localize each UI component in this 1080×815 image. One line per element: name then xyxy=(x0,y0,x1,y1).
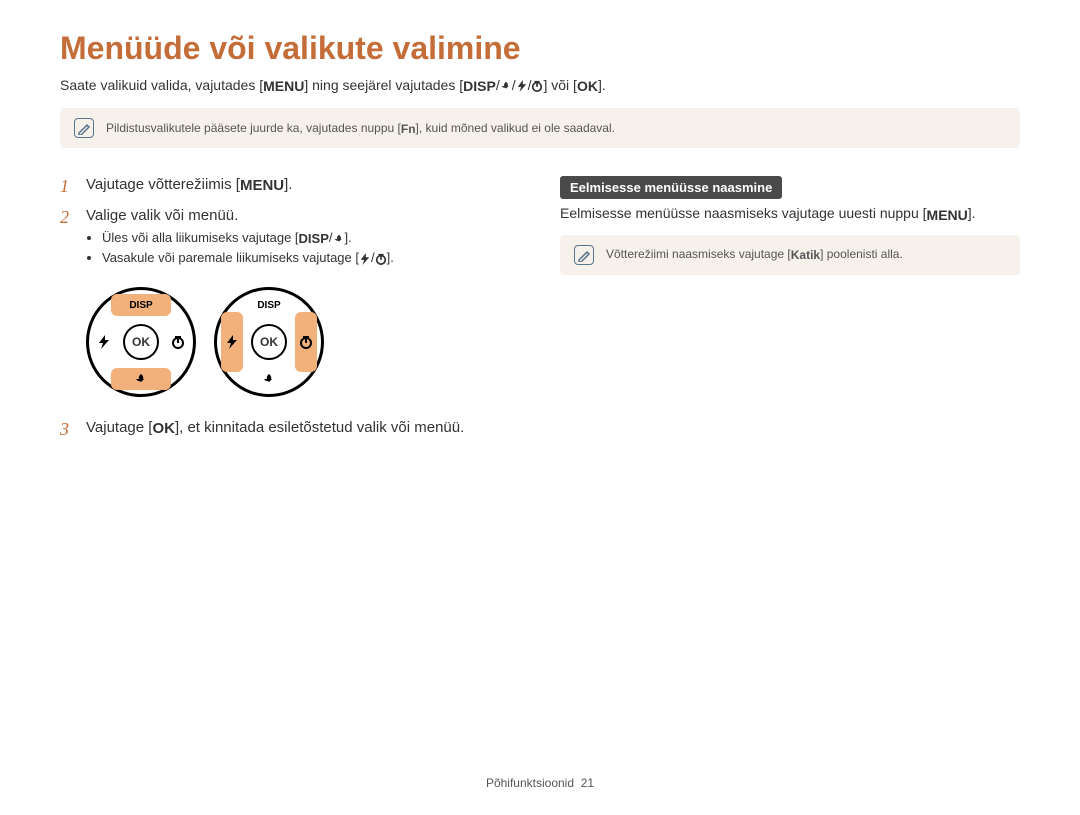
disp-key-b1: DISP xyxy=(299,231,329,246)
footer-page: 21 xyxy=(581,776,594,790)
page-footer: Põhifunktsioonid 21 xyxy=(0,776,1080,790)
page-title: Menüüde või valikute valimine xyxy=(60,30,1020,67)
note-icon xyxy=(74,118,94,138)
timer-icon-b2 xyxy=(375,253,387,265)
return-line: Eelmisesse menüüsse naasmiseks vajutage … xyxy=(560,205,1020,222)
shutter-key: Katik xyxy=(791,248,820,262)
dial1-ok: OK xyxy=(123,324,159,360)
b1-pre: Üles või alla liikumiseks vajutage [ xyxy=(102,230,299,245)
b2-post: ]. xyxy=(387,250,394,265)
bullet-2: Vasakule või paremale liikumiseks vajuta… xyxy=(102,250,520,265)
note-text-2: Võtterežiimi naasmiseks vajutage [Katik]… xyxy=(606,247,903,262)
dial1-macro xyxy=(111,368,171,390)
subheading-return: Eelmisesse menüüsse naasmine xyxy=(560,176,782,199)
dial2-disp: DISP xyxy=(239,294,299,316)
timer-icon xyxy=(531,80,543,92)
return-post: ]. xyxy=(968,205,976,221)
intro-mid: ] ning seejärel vajutades [ xyxy=(304,77,463,93)
step2-sublist: Üles või alla liikumiseks vajutage [DISP… xyxy=(86,230,520,265)
step-num-3: 3 xyxy=(60,419,74,440)
step3-pre: Vajutage [ xyxy=(86,419,152,436)
b2-pre: Vasakule või paremale liikumiseks vajuta… xyxy=(102,250,359,265)
dials-row: DISP OK DISP OK xyxy=(86,287,520,397)
menu-key: MENU xyxy=(263,78,304,94)
return-pre: Eelmisesse menüüsse naasmiseks vajutage … xyxy=(560,205,927,221)
dial2-timer xyxy=(295,312,317,372)
step3-body: Vajutage [OK], et kinnitada esiletõstetu… xyxy=(86,419,520,440)
disp-key: DISP xyxy=(463,78,496,94)
note2-post: ] poolenisti alla. xyxy=(820,247,903,261)
right-column: Eelmisesse menüüsse naasmine Eelmisesse … xyxy=(560,176,1020,450)
step-num-1: 1 xyxy=(60,176,74,197)
step1-post: ]. xyxy=(284,176,292,193)
dial2-ok: OK xyxy=(251,324,287,360)
step-1: 1 Vajutage võtterežiimis [MENU]. xyxy=(60,176,520,197)
dial1-timer xyxy=(167,312,189,372)
menu-key-return: MENU xyxy=(927,207,968,223)
dial-leftright: DISP OK xyxy=(214,287,324,397)
intro-end: ]. xyxy=(598,77,606,93)
macro-icon-b1 xyxy=(333,233,345,245)
note-icon-2 xyxy=(574,245,594,265)
ok-key-step3: OK xyxy=(152,420,175,437)
b1-post: ]. xyxy=(345,230,352,245)
step1-body: Vajutage võtterežiimis [MENU]. xyxy=(86,176,520,197)
step-3: 3 Vajutage [OK], et kinnitada esiletõste… xyxy=(60,419,520,440)
dial2-flash xyxy=(221,312,243,372)
step3-post: ], et kinnitada esiletõstetud valik või … xyxy=(175,419,464,436)
note-text-1: Pildistusvalikutele pääsete juurde ka, v… xyxy=(106,121,615,136)
intro-post-nav: ] või [ xyxy=(543,77,576,93)
left-column: 1 Vajutage võtterežiimis [MENU]. 2 Valig… xyxy=(60,176,520,450)
dial-updown: DISP OK xyxy=(86,287,196,397)
note2-pre: Võtterežiimi naasmiseks vajutage [ xyxy=(606,247,791,261)
bullet-1: Üles või alla liikumiseks vajutage [DISP… xyxy=(102,230,520,246)
note-box-2: Võtterežiimi naasmiseks vajutage [Katik]… xyxy=(560,235,1020,275)
note1-pre: Pildistusvalikutele pääsete juurde ka, v… xyxy=(106,121,401,135)
note-box-1: Pildistusvalikutele pääsete juurde ka, v… xyxy=(60,108,1020,148)
step-2: 2 Valige valik või menüü. Üles või alla … xyxy=(60,207,520,269)
flash-icon xyxy=(516,80,528,92)
step2-text: Valige valik või menüü. xyxy=(86,207,238,224)
fn-key: Fn xyxy=(401,122,416,136)
intro-pre: Saate valikuid valida, vajutades [ xyxy=(60,77,263,93)
menu-key-step1: MENU xyxy=(240,177,284,194)
note1-post: ], kuid mõned valikud ei ole saadaval. xyxy=(416,121,615,135)
flash-icon-b2 xyxy=(359,253,371,265)
step1-pre: Vajutage võtterežiimis [ xyxy=(86,176,240,193)
ok-key: OK xyxy=(577,78,598,94)
dial2-macro xyxy=(239,368,299,390)
step2-body: Valige valik või menüü. Üles või alla li… xyxy=(86,207,520,269)
footer-label: Põhifunktsioonid xyxy=(486,776,574,790)
macro-icon xyxy=(500,80,512,92)
step-num-2: 2 xyxy=(60,207,74,269)
dial1-flash xyxy=(93,312,115,372)
intro-text: Saate valikuid valida, vajutades [MENU] … xyxy=(60,77,1020,94)
dial1-disp: DISP xyxy=(111,294,171,316)
